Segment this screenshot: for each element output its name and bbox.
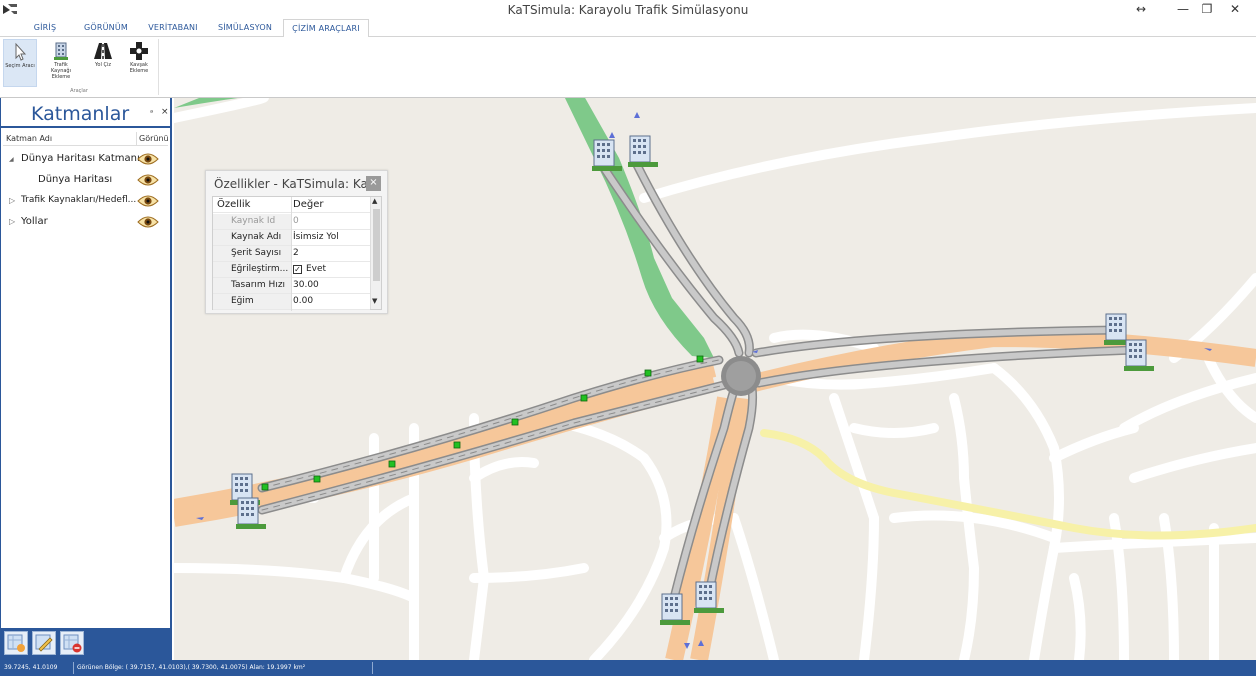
ribbon-tabs: GİRİŞ GÖRÜNÜM VERİTABANI SİMÜLASYON ÇİZİ… — [0, 19, 1256, 38]
tab-cizim-araclari[interactable]: ÇİZİM ARAÇLARI — [283, 19, 369, 38]
property-key: Eğrileştirm... — [213, 262, 291, 277]
title-bar: KaTSimula: Karayolu Trafik Simülasyonu ↔… — [0, 0, 1256, 19]
scroll-up-icon[interactable]: ▲ — [372, 197, 377, 205]
properties-window[interactable]: Özellikler - KaTSimula: Ka... × Özellik … — [205, 170, 388, 314]
expand-icon[interactable]: ▷ — [9, 196, 15, 205]
property-value[interactable]: 2 — [293, 246, 299, 261]
road-icon — [86, 41, 120, 61]
status-bar: 39.7245, 41.0109 Görünen Bölge: ( 39.715… — [0, 660, 1256, 676]
ribbon-panel: Seçim Aracı Trafik Kaynağı Ekleme Yol Çi… — [0, 37, 1256, 98]
status-separator — [73, 662, 74, 674]
property-grid-scrollbar[interactable]: ▲ ▼ — [370, 197, 381, 309]
remove-layer-icon — [61, 634, 83, 657]
selection-tool-button[interactable]: Seçim Aracı — [3, 39, 37, 87]
add-layer-icon — [5, 634, 27, 657]
layers-header: Katmanlar ᵃ × — [1, 98, 170, 128]
layers-panel: Katmanlar ᵃ × Katman Adı Görünü ◢ Dünya … — [0, 98, 172, 660]
eye-icon[interactable] — [137, 215, 159, 232]
cursor-icon — [4, 42, 36, 62]
visible-region-info: Görünen Bölge: ( 39.7157, 41.0103),( 39.… — [77, 664, 306, 671]
minimize-button[interactable]: — — [1172, 0, 1194, 19]
close-properties-button[interactable]: × — [366, 176, 381, 191]
layer-name: Dünya Haritası Katmanı — [21, 153, 140, 164]
layers-toolbar — [1, 628, 170, 660]
column-visibility[interactable]: Görünü — [139, 132, 169, 146]
add-junction-label: Kavşak Ekleme — [129, 62, 149, 74]
add-layer-button[interactable] — [4, 631, 28, 655]
ribbon-group-label: Araçlar — [70, 88, 88, 94]
column-divider — [136, 132, 137, 146]
property-key: Kaynak Id — [213, 214, 291, 229]
layer-row-traffic-sources[interactable]: ▷ Trafik Kaynakları/Hedefl... — [3, 192, 168, 212]
property-key: Şerit Sayısı — [213, 246, 291, 261]
layer-row-world-map-layer[interactable]: ◢ Dünya Haritası Katmanı — [3, 150, 168, 170]
building-icon — [44, 41, 78, 61]
remove-layer-button[interactable] — [60, 631, 84, 655]
selection-tool-label: Seçim Aracı — [5, 63, 35, 69]
draw-road-label: Yol Çiz — [95, 62, 111, 68]
expand-icon[interactable]: ◢ — [9, 156, 14, 163]
window-title: KaTSimula: Karayolu Trafik Simülasyonu — [507, 3, 749, 17]
edit-layer-button[interactable] — [32, 631, 56, 655]
cursor-coordinates: 39.7245, 41.0109 — [4, 664, 58, 671]
layers-grid-header: Katman Adı Görünü — [3, 132, 169, 146]
property-value[interactable]: 30.00 — [293, 278, 319, 293]
layers-title: Katmanlar — [31, 103, 130, 125]
edit-layer-icon — [33, 634, 55, 657]
property-value-wrapper: ✓ Evet — [293, 262, 326, 277]
restore-arrows-button[interactable]: ↔ — [1130, 0, 1152, 19]
junction-icon — [122, 41, 156, 61]
layer-row-roads[interactable]: ▷ Yollar — [3, 213, 168, 233]
property-key: Eğim — [213, 294, 291, 309]
layer-name: Dünya Haritası — [38, 174, 113, 185]
layer-name: Yollar — [21, 216, 48, 227]
header-property: Özellik — [213, 197, 291, 212]
property-value[interactable]: İsimsiz Yol — [293, 230, 339, 245]
scrollbar-thumb[interactable] — [373, 209, 380, 281]
close-panel-icon[interactable]: × — [161, 107, 169, 117]
layer-row-world-map[interactable]: Dünya Haritası — [3, 171, 168, 191]
tab-gorunum[interactable]: GÖRÜNÜM — [78, 19, 134, 37]
eye-icon[interactable] — [137, 173, 159, 190]
ribbon-group-separator — [158, 39, 159, 95]
header-value: Değer — [293, 199, 324, 210]
property-key: Tasarım Hızı — [213, 278, 291, 293]
property-value: Evet — [306, 264, 327, 274]
properties-title: Özellikler - KaTSimula: Ka... — [214, 177, 366, 191]
add-junction-button[interactable]: Kavşak Ekleme — [122, 39, 156, 87]
add-traffic-source-button[interactable]: Trafik Kaynağı Ekleme — [44, 39, 78, 87]
column-layer-name[interactable]: Katman Adı — [6, 132, 52, 146]
eye-icon[interactable] — [137, 152, 159, 169]
layer-name: Trafik Kaynakları/Hedefl... — [21, 195, 137, 205]
property-grid: Özellik Değer Kaynak Id 0 Kaynak Adı İsi… — [212, 196, 382, 311]
status-separator — [372, 662, 373, 674]
expand-icon[interactable]: ▷ — [9, 217, 15, 226]
close-button[interactable]: ✕ — [1224, 0, 1246, 19]
maximize-button[interactable]: ❐ — [1196, 0, 1218, 19]
eye-icon[interactable] — [137, 194, 159, 211]
traffic-source-building[interactable] — [628, 135, 658, 167]
draw-road-button[interactable]: Yol Çiz — [86, 39, 120, 87]
property-value: 0 — [293, 216, 299, 226]
tab-simulasyon[interactable]: SİMÜLASYON — [212, 19, 278, 37]
roundabout-center — [726, 361, 756, 391]
property-grid-divider — [291, 197, 292, 311]
property-value[interactable]: 0.00 — [293, 294, 313, 309]
scroll-down-icon[interactable]: ▼ — [372, 297, 377, 305]
tab-veritabani[interactable]: VERİTABANI — [142, 19, 204, 37]
checkbox[interactable]: ✓ — [293, 265, 302, 274]
property-key: Kaynak Adı — [213, 230, 291, 245]
tab-giris[interactable]: GİRİŞ — [22, 19, 68, 37]
add-traffic-source-label: Trafik Kaynağı Ekleme — [50, 62, 71, 80]
pin-icon[interactable]: ᵃ — [150, 108, 153, 117]
